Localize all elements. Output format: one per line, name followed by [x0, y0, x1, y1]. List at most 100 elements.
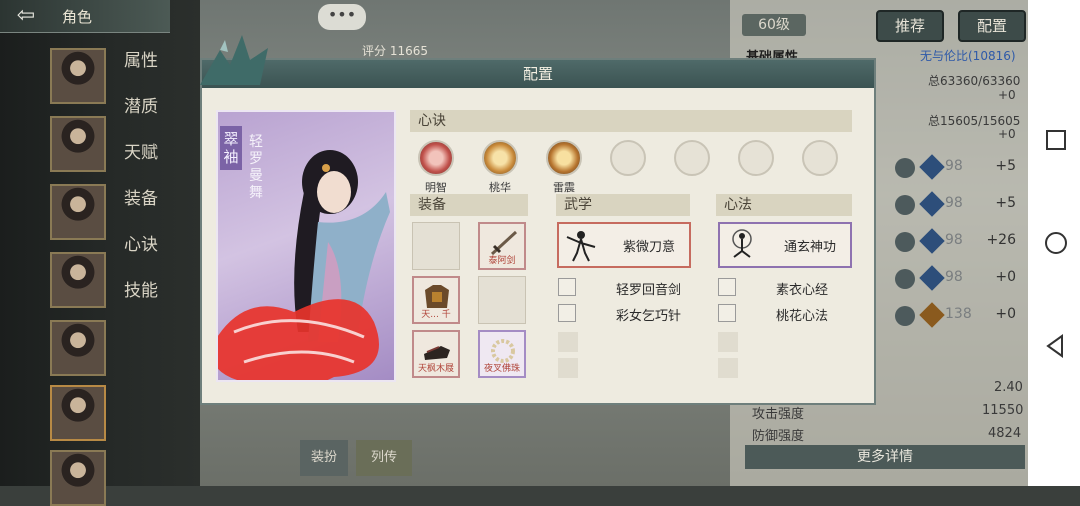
equip-slot[interactable] [478, 276, 526, 324]
avatar[interactable] [50, 116, 106, 172]
inner-art-empty-slot[interactable] [718, 332, 738, 352]
inner-art-sub-slot[interactable]: 素衣心经 [718, 278, 852, 298]
redaction-scribble [218, 299, 379, 380]
skill-slot-empty[interactable] [610, 140, 646, 176]
martial-arts-sub-slot[interactable]: 轻罗回音剑 [558, 278, 692, 298]
skill-label: 桃华 [489, 181, 511, 194]
skill-slot-empty[interactable] [738, 140, 774, 176]
martial-arts-empty-slot[interactable] [558, 358, 578, 378]
recent-apps-icon[interactable] [1042, 126, 1070, 154]
attr-bonus: +5 [995, 195, 1016, 211]
top-bar: ⇦ 角色 [0, 0, 170, 33]
chat-bubble-icon[interactable]: ••• [318, 4, 366, 30]
menu-item-attributes[interactable]: 属性 [124, 46, 158, 71]
inner-art-icon [718, 278, 736, 296]
defense-label: 防御强度 [752, 429, 805, 444]
menu-item-talent[interactable]: 天赋 [124, 138, 158, 163]
slot-label: 泰阿剑 [488, 256, 516, 266]
martial-arts-main-slot[interactable]: 紫微刀意 [557, 222, 691, 268]
menu-item-potential[interactable]: 潜质 [124, 92, 158, 117]
peerless-link[interactable]: 无与伦比(10816) [920, 47, 1016, 64]
skill-slot-mingzhi[interactable] [418, 140, 454, 176]
defense-value: 4824 [988, 426, 1022, 441]
inner-art-sub-name: 桃花心法 [776, 309, 829, 324]
equip-slot-armor[interactable]: 天... 千 [412, 276, 460, 324]
attr-bonus: +26 [986, 232, 1016, 248]
attr-row: 138 +0 [895, 302, 1020, 328]
diamond-icon [919, 154, 945, 180]
skill-slot-taohua[interactable] [482, 140, 518, 176]
avatar-selected[interactable] [50, 385, 106, 441]
attr-bonus: +0 [995, 269, 1016, 285]
attr-icon [895, 158, 915, 178]
menu-item-heart-art[interactable]: 心诀 [124, 230, 158, 255]
config-button[interactable]: 配置 [958, 10, 1026, 42]
attr-value: 138 [945, 306, 972, 322]
biography-button[interactable]: 列传 [356, 440, 412, 476]
martial-arts-empty-slot[interactable] [558, 332, 578, 352]
inner-art-sub-slot[interactable]: 桃花心法 [718, 304, 852, 324]
diamond-icon [919, 265, 945, 291]
martial-sub-name: 轻罗回音剑 [616, 283, 682, 298]
avatar[interactable] [50, 184, 106, 240]
attack-label: 攻击强度 [752, 407, 805, 422]
equip-slot-weapon[interactable]: 泰阿剑 [478, 222, 526, 270]
attr-icon [895, 195, 915, 215]
martial-skill-icon [558, 304, 576, 322]
attack-value: 11550 [982, 403, 1024, 418]
attr-bonus: +5 [995, 158, 1016, 174]
avatar[interactable] [50, 48, 106, 104]
martial-arts-sub-slot[interactable]: 彩女乞巧针 [558, 304, 692, 324]
diamond-icon [919, 191, 945, 217]
martial-sub-name: 彩女乞巧针 [616, 309, 682, 324]
plus1: +0 [998, 88, 1016, 102]
inner-art-sub-name: 素衣心经 [776, 283, 829, 298]
stat-value: 2.40 [994, 380, 1023, 395]
config-modal: 配置 翠袖 轻罗曼舞 心诀 明智 桃华 雷震 装备 泰阿剑 天... 千 天枫木… [200, 35, 876, 405]
costume-button[interactable]: 装扮 [300, 440, 348, 476]
attr-value: 98 [945, 232, 963, 248]
equip-slot[interactable] [412, 222, 460, 270]
attr-icon [895, 232, 915, 252]
equipment-section-title: 装备 [410, 194, 528, 216]
back-triangle-icon[interactable] [1042, 332, 1070, 360]
recommend-button[interactable]: 推荐 [876, 10, 944, 42]
more-details-button[interactable]: 更多详情 [745, 445, 1025, 469]
attr-icon [895, 269, 915, 289]
avatar[interactable] [50, 252, 106, 308]
meditating-figure-icon [732, 229, 752, 258]
menu-item-skills[interactable]: 技能 [124, 276, 158, 301]
skill-label: 明智 [425, 181, 447, 194]
attr-value: 98 [945, 269, 963, 285]
equip-slot-accessory[interactable]: 夜叉佛珠 [478, 330, 526, 378]
skill-slot-empty[interactable] [802, 140, 838, 176]
decorative-ornament-icon [200, 35, 268, 85]
inner-art-empty-slot[interactable] [718, 358, 738, 378]
diamond-icon [919, 302, 945, 328]
level-badge: 60级 [742, 14, 806, 36]
modal-title: 配置 [522, 65, 553, 83]
plus2: +0 [998, 127, 1016, 141]
attr-row: 98 +5 [895, 191, 1020, 217]
inner-art-main-name: 通玄神功 [783, 240, 836, 255]
equip-slot-shoes[interactable]: 天枫木屐 [412, 330, 460, 378]
inner-art-main-slot[interactable]: 通玄神功 [718, 222, 852, 268]
martial-arts-main-name: 紫微刀意 [622, 240, 675, 255]
score-text: 评分 11665 [362, 44, 428, 58]
attr-value: 98 [945, 158, 963, 174]
avatar[interactable] [50, 450, 106, 506]
card-tag: 翠袖 [220, 126, 242, 170]
card-name: 轻罗曼舞 [249, 134, 263, 201]
home-icon[interactable] [1042, 229, 1070, 257]
character-card[interactable]: 翠袖 轻罗曼舞 [216, 110, 396, 382]
skill-slot-leizhen[interactable] [546, 140, 582, 176]
attr-row: 98 +26 [895, 228, 1020, 254]
back-arrow-icon[interactable]: ⇦ [6, 3, 46, 29]
menu-item-equipment[interactable]: 装备 [124, 184, 158, 209]
diamond-icon [919, 228, 945, 254]
slot-label: 天枫木屐 [417, 364, 454, 374]
total1: 总63360/63360 [928, 74, 1021, 88]
skill-slot-empty[interactable] [674, 140, 710, 176]
slot-label: 天... 千 [421, 310, 451, 320]
avatar[interactable] [50, 320, 106, 376]
